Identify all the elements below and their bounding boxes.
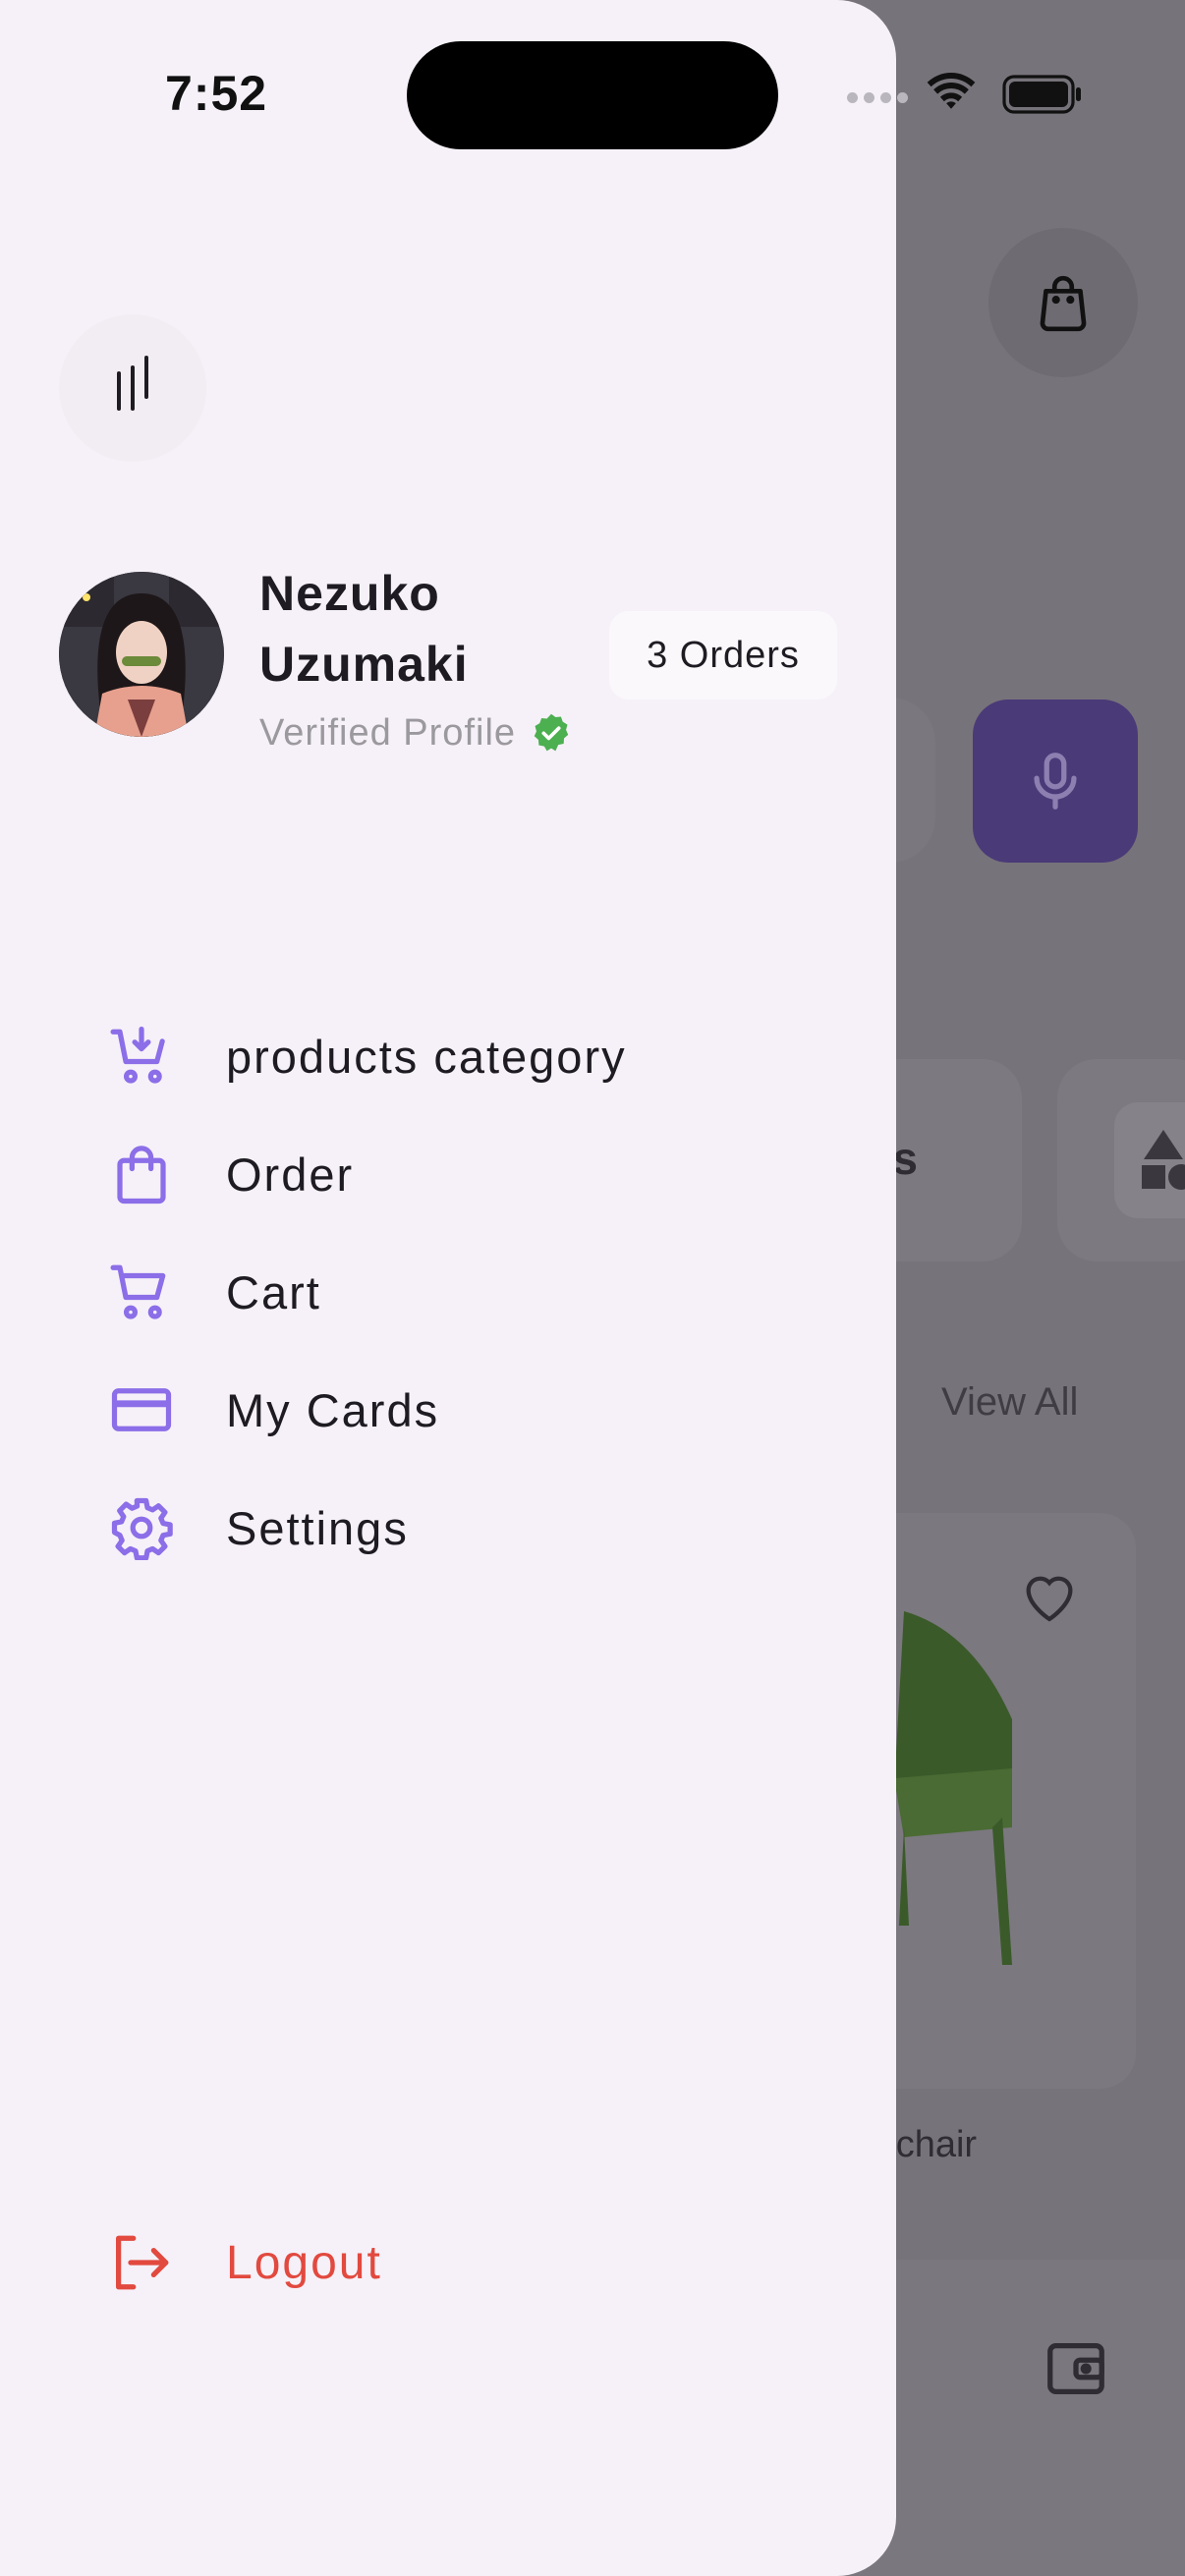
status-time: 7:52 [165, 66, 268, 121]
menu-toggle-button[interactable] [59, 314, 206, 462]
cart-icon [110, 1264, 166, 1319]
signal-icon [847, 92, 908, 103]
menu-lines-icon [117, 356, 148, 411]
user-name: Nezuko Uzumaki [259, 566, 469, 692]
avatar [59, 572, 224, 737]
menu-item-cart[interactable]: Cart [102, 1248, 790, 1336]
cart-download-icon [110, 1026, 165, 1084]
bag-button[interactable] [988, 228, 1138, 377]
menu-item-label: Cart [226, 1265, 321, 1318]
mic-button[interactable] [973, 700, 1138, 863]
battery-icon [1002, 75, 1081, 114]
logout-icon [116, 2235, 169, 2290]
logout-label: Logout [226, 2236, 382, 2289]
navigation-drawer: 7:52 Nezuko Uzumaki Verified Profile 3 O… [0, 0, 896, 2576]
gear-icon [111, 1497, 173, 1560]
menu-item-settings[interactable]: Settings [102, 1484, 790, 1572]
credit-card-icon [111, 1388, 172, 1431]
menu-item-label: My Cards [226, 1383, 440, 1436]
view-all-link[interactable]: View All [941, 1380, 1078, 1425]
shapes-icon [1114, 1102, 1185, 1218]
verified-status: Verified Profile [259, 711, 573, 755]
verified-badge-icon [534, 713, 569, 752]
status-bar-icons [847, 71, 1083, 122]
wifi-icon [927, 73, 976, 109]
logout-button[interactable]: Logout [102, 2218, 593, 2307]
verified-label: Verified Profile [259, 711, 517, 754]
menu-item-my-cards[interactable]: My Cards [102, 1366, 790, 1454]
orders-badge[interactable]: 3 Orders [609, 611, 837, 700]
menu-item-label: Order [226, 1148, 355, 1201]
microphone-icon [1034, 753, 1077, 810]
wallet-icon[interactable] [1042, 2334, 1110, 2403]
menu-item-order[interactable]: Order [102, 1130, 790, 1218]
shopping-bag-icon [1040, 275, 1087, 332]
shopping-bag-icon [117, 1146, 166, 1204]
heart-icon[interactable] [1018, 1566, 1081, 1625]
menu-item-products-category[interactable]: products category [102, 1012, 790, 1100]
menu-item-label: Settings [226, 1501, 409, 1554]
dynamic-island [407, 41, 778, 149]
menu-item-label: products category [226, 1030, 627, 1083]
